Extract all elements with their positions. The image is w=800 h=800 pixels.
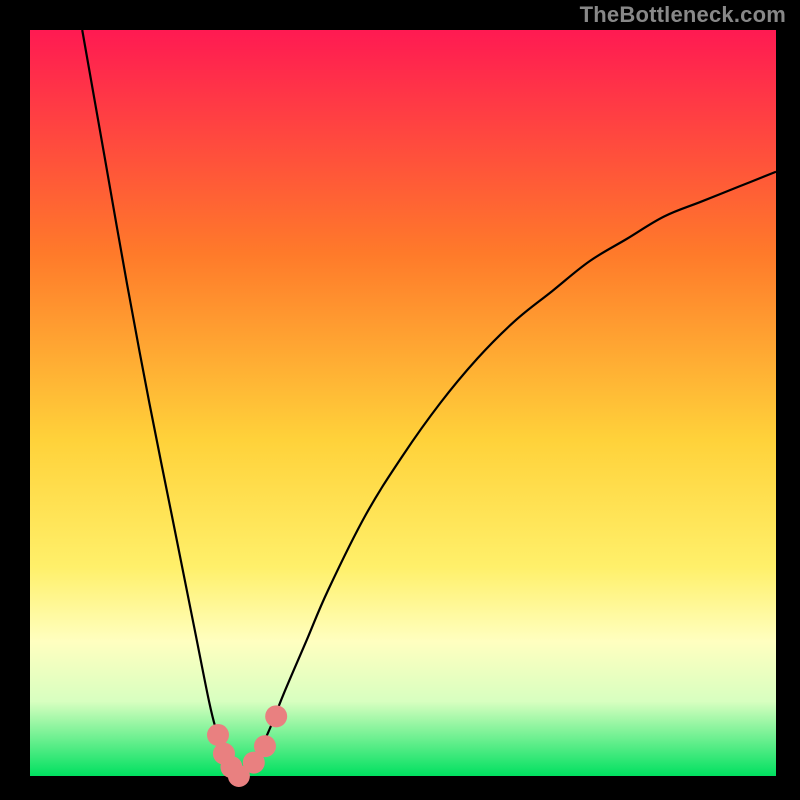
plot-background [30,30,776,776]
marker-point [254,735,276,757]
attribution-label: TheBottleneck.com [580,2,786,28]
marker-point [207,724,229,746]
bottleneck-curve-chart [0,0,800,800]
marker-point [265,705,287,727]
chart-container: TheBottleneck.com [0,0,800,800]
